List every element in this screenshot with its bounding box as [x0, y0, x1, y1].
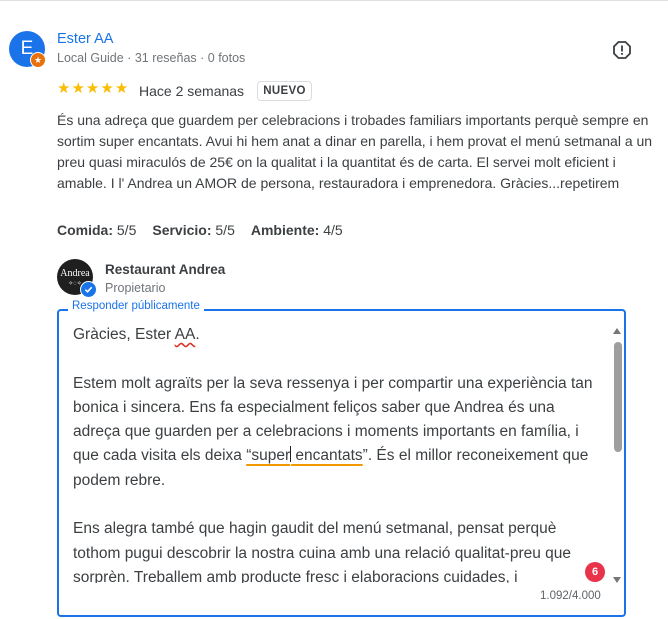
report-button[interactable]: [612, 40, 632, 60]
subrating-ambience: Ambiente: 4/5: [250, 222, 343, 238]
subrating-food: Comida: 5/5: [57, 222, 137, 238]
star-icon: ★: [114, 80, 129, 97]
review-date: Hace 2 semanas: [139, 83, 245, 99]
reply-paragraph: Ens alegra també que hagin gaudit del me…: [73, 520, 572, 583]
star-icon: ★: [57, 80, 71, 97]
owner-logo-text: Andrea: [60, 267, 90, 279]
reply-paragraph: Estem molt agraïts per la seva ressenya …: [73, 374, 593, 489]
owner-role: Propietario: [105, 281, 166, 295]
star-icon: ★: [100, 80, 114, 97]
star-icon: ★: [71, 80, 85, 97]
scrollbar-thumb[interactable]: [614, 342, 622, 452]
owner-name: Restaurant Andrea: [105, 262, 226, 277]
subratings: Comida: 5/5 Servicio: 5/5 Ambiente: 4/5: [57, 222, 343, 238]
star-icon: ★: [85, 80, 100, 97]
reviewer-meta: Local Guide · 31 reseñas · 0 fotos: [57, 51, 246, 65]
error-count-badge[interactable]: 6: [585, 562, 605, 582]
char-counter: 1.092/4.000: [540, 590, 601, 602]
scroll-up-arrow[interactable]: [613, 328, 621, 334]
report-icon: [613, 41, 631, 59]
new-badge: NUEVO: [257, 81, 312, 101]
scroll-down-arrow[interactable]: [613, 577, 621, 583]
reply-greeting: Gràcies, Ester AA.: [73, 326, 200, 343]
reply-label: Responder públicamente: [68, 300, 204, 312]
subrating-service: Servicio: 5/5: [152, 222, 235, 238]
verified-icon: [80, 281, 97, 298]
local-guide-badge-icon: ★: [30, 52, 46, 68]
reply-text[interactable]: Gràcies, Ester AA. Estem molt agraïts pe…: [73, 323, 593, 583]
review-text: És una adreça que guardem per celebracio…: [57, 112, 653, 191]
grammar-suggestion[interactable]: “super encantats: [246, 446, 363, 464]
spellcheck-word[interactable]: AA: [175, 326, 196, 343]
reviewer-name[interactable]: Ester AA: [57, 31, 113, 47]
star-rating: ★ ★ ★ ★ ★: [57, 81, 128, 97]
top-divider: [0, 0, 668, 1]
